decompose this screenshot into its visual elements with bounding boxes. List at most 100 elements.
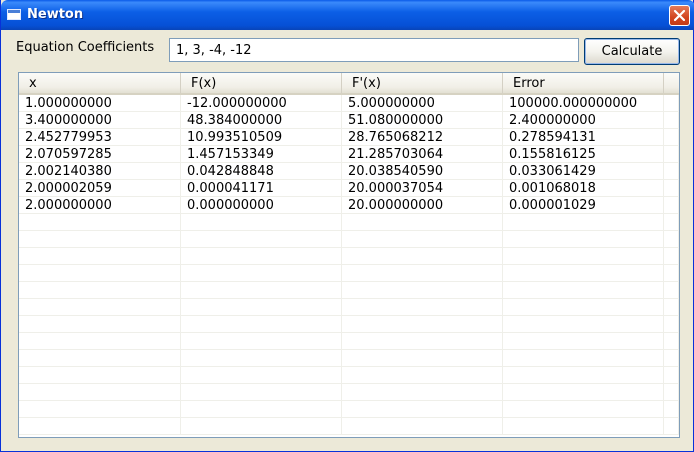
table-row[interactable]: 2.000000000 0.000000000 20.000000000 0.0000… <box>19 197 679 214</box>
results-table[interactable]: x F(x) F'(x) Error 1.000000000 -12.000000… <box>18 72 680 438</box>
table-row[interactable]: 2.002140380 0.042848848 20.038540590 0.0330… <box>19 163 679 180</box>
empty-cell <box>664 163 679 180</box>
empty-cell <box>664 350 679 367</box>
empty-cell <box>19 248 181 265</box>
table-row[interactable]: 2.000002059 0.000041171 20.000037054 0.0010… <box>19 180 679 197</box>
empty-cell <box>181 316 342 333</box>
empty-cell <box>664 333 679 350</box>
empty-cell <box>342 265 503 282</box>
table-cell: 20.000000000 <box>342 197 503 214</box>
empty-cell <box>342 418 503 435</box>
empty-table-row[interactable] <box>19 333 679 350</box>
close-icon <box>673 9 686 22</box>
table-cell: 1.457153349 <box>181 146 342 163</box>
table-header: x F(x) F'(x) Error <box>19 73 679 95</box>
table-cell: 2.000002059 <box>19 180 181 197</box>
empty-cell <box>342 214 503 231</box>
close-button[interactable] <box>669 5 690 26</box>
empty-cell <box>181 333 342 350</box>
table-cell: 0.278594131 <box>503 129 664 146</box>
empty-cell <box>664 231 679 248</box>
empty-cell <box>664 129 679 146</box>
table-row[interactable]: 3.400000000 48.384000000 51.080000000 2.400… <box>19 112 679 129</box>
empty-cell <box>342 248 503 265</box>
table-cell: 0.155816125 <box>503 146 664 163</box>
title-bar[interactable]: Newton <box>1 0 694 30</box>
empty-cell <box>664 248 679 265</box>
empty-cell <box>664 146 679 163</box>
empty-cell <box>19 333 181 350</box>
table-body: 1.000000000 -12.000000000 5.000000000 10000… <box>19 95 679 435</box>
empty-cell <box>503 350 664 367</box>
table-row[interactable]: 1.000000000 -12.000000000 5.000000000 10000… <box>19 95 679 112</box>
empty-cell <box>342 401 503 418</box>
table-cell: 0.000001029 <box>503 197 664 214</box>
empty-cell <box>19 265 181 282</box>
empty-cell <box>342 316 503 333</box>
empty-cell <box>181 350 342 367</box>
calculate-button[interactable]: Calculate <box>584 38 680 65</box>
empty-cell <box>342 299 503 316</box>
empty-cell <box>503 316 664 333</box>
column-header-fx[interactable]: F(x) <box>181 73 342 93</box>
empty-cell <box>664 180 679 197</box>
empty-table-row[interactable] <box>19 418 679 435</box>
empty-cell <box>19 214 181 231</box>
empty-cell <box>503 231 664 248</box>
empty-cell <box>664 214 679 231</box>
table-cell: 2.070597285 <box>19 146 181 163</box>
empty-cell <box>503 299 664 316</box>
window-title: Newton <box>27 7 84 22</box>
column-header-fprime[interactable]: F'(x) <box>342 73 503 93</box>
empty-cell <box>503 401 664 418</box>
window-app-icon <box>7 9 21 20</box>
empty-table-row[interactable] <box>19 299 679 316</box>
empty-table-row[interactable] <box>19 248 679 265</box>
empty-cell <box>503 418 664 435</box>
empty-cell <box>19 384 181 401</box>
empty-cell <box>342 282 503 299</box>
empty-cell <box>503 248 664 265</box>
empty-cell <box>19 367 181 384</box>
empty-table-row[interactable] <box>19 231 679 248</box>
app-window: Newton Equation Coefficients Calculate x… <box>0 0 694 452</box>
empty-cell <box>342 350 503 367</box>
table-cell: 10.993510509 <box>181 129 342 146</box>
empty-cell <box>664 282 679 299</box>
table-cell: 2.400000000 <box>503 112 664 129</box>
table-cell: 0.001068018 <box>503 180 664 197</box>
table-cell: 1.000000000 <box>19 95 181 112</box>
empty-table-row[interactable] <box>19 367 679 384</box>
empty-cell <box>181 248 342 265</box>
table-cell: 20.000037054 <box>342 180 503 197</box>
empty-cell <box>19 231 181 248</box>
empty-cell <box>181 282 342 299</box>
empty-cell <box>181 418 342 435</box>
empty-table-row[interactable] <box>19 282 679 299</box>
empty-table-row[interactable] <box>19 265 679 282</box>
empty-cell <box>342 384 503 401</box>
column-header-error[interactable]: Error <box>503 73 664 93</box>
empty-table-row[interactable] <box>19 401 679 418</box>
empty-cell <box>181 299 342 316</box>
table-cell: 100000.000000000 <box>503 95 664 112</box>
empty-table-row[interactable] <box>19 316 679 333</box>
coefficients-input[interactable] <box>169 38 579 62</box>
table-cell: 2.452779953 <box>19 129 181 146</box>
empty-cell <box>664 418 679 435</box>
empty-cell <box>19 299 181 316</box>
empty-cell <box>664 265 679 282</box>
table-row[interactable]: 2.452779953 10.993510509 28.765068212 0.278… <box>19 129 679 146</box>
empty-cell <box>664 401 679 418</box>
table-cell: 28.765068212 <box>342 129 503 146</box>
table-cell: 2.000000000 <box>19 197 181 214</box>
table-cell: 0.033061429 <box>503 163 664 180</box>
column-header-x[interactable]: x <box>19 73 181 93</box>
empty-cell <box>503 333 664 350</box>
table-row[interactable]: 2.070597285 1.457153349 21.285703064 0.1558… <box>19 146 679 163</box>
client-area: Equation Coefficients Calculate x F(x) F… <box>5 30 691 448</box>
empty-table-row[interactable] <box>19 350 679 367</box>
empty-cell <box>664 95 679 112</box>
empty-table-row[interactable] <box>19 384 679 401</box>
empty-table-row[interactable] <box>19 214 679 231</box>
